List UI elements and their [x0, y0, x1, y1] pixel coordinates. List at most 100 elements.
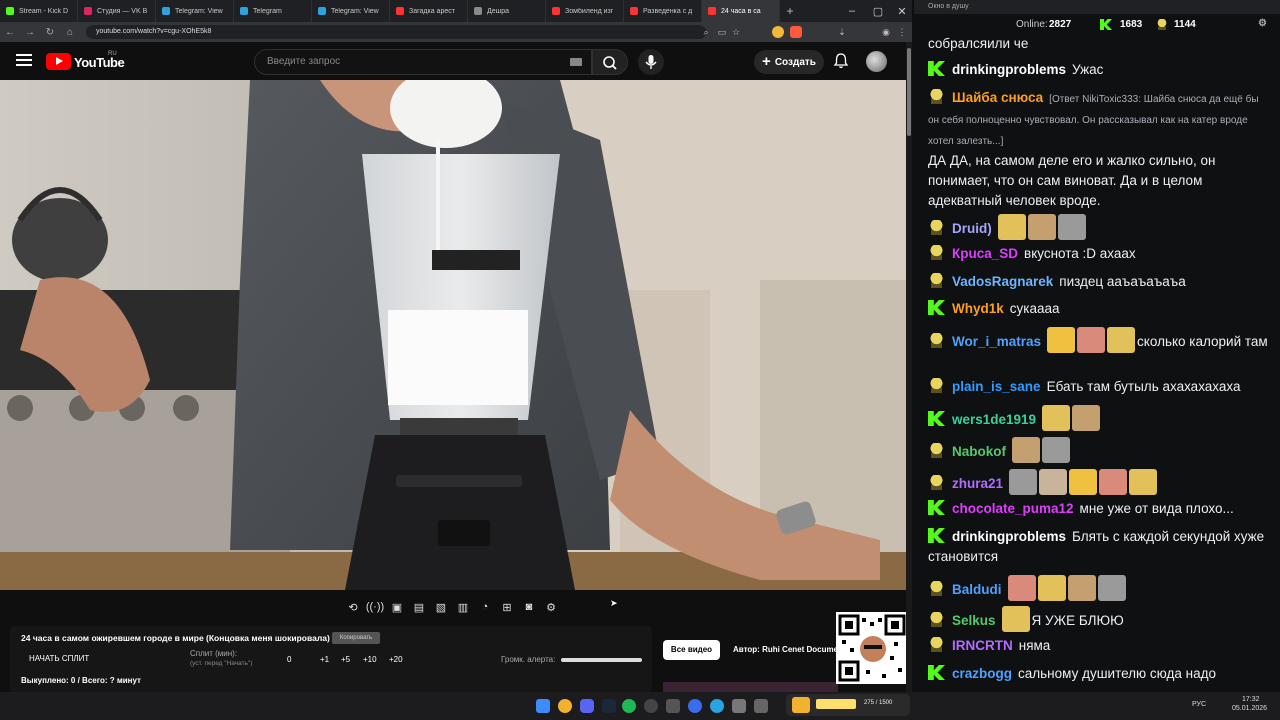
- maximize-icon[interactable]: ▢: [866, 0, 890, 22]
- split-value[interactable]: 0: [287, 655, 291, 664]
- platform-badge-icon: [928, 475, 945, 490]
- browser-tab[interactable]: 24 часа в са: [702, 0, 780, 22]
- loop-icon[interactable]: ⟲: [342, 598, 364, 616]
- extension-icon[interactable]: [772, 26, 784, 38]
- chat-username[interactable]: Шайба снюса: [952, 90, 1043, 105]
- browser-tab[interactable]: Разведенка с д: [624, 0, 702, 22]
- voice-search-button[interactable]: [638, 49, 664, 75]
- search-button[interactable]: [592, 49, 628, 75]
- page-scrollbar-thumb[interactable]: [907, 48, 911, 136]
- game-widget[interactable]: 275 / 1500: [786, 694, 910, 716]
- media-player-icon[interactable]: [688, 699, 702, 713]
- browser-tab[interactable]: Telegram: View: [312, 0, 390, 22]
- minimize-icon[interactable]: –: [840, 0, 864, 22]
- add-1-button[interactable]: +1: [320, 655, 329, 664]
- chrome-icon[interactable]: [558, 699, 572, 713]
- all-videos-button[interactable]: Все видео: [663, 640, 720, 660]
- clapper-icon[interactable]: ▤: [408, 598, 430, 616]
- browser-tab[interactable]: Telegram: View: [156, 0, 234, 22]
- chat-username[interactable]: Nabokof: [952, 444, 1006, 459]
- speed-gauge-icon[interactable]: ◔: [474, 598, 496, 616]
- chat-emote-icon: [1009, 469, 1038, 495]
- picture-in-picture-icon[interactable]: ▣: [386, 598, 408, 616]
- chat-username[interactable]: Крuca_SD: [952, 246, 1018, 261]
- browser-tab[interactable]: Telegram: [234, 0, 312, 22]
- add-20-button[interactable]: +20: [389, 655, 403, 664]
- gear-icon[interactable]: ⚙: [540, 598, 562, 616]
- app-icon[interactable]: [732, 699, 746, 713]
- menu-dots-icon[interactable]: ⋮: [896, 26, 908, 38]
- clock-date[interactable]: 05.01.2026: [1232, 705, 1267, 712]
- language-indicator[interactable]: РУС: [1192, 701, 1206, 708]
- address-bar[interactable]: youtube.com/watch?v=cgu-XOhE5k8: [86, 25, 706, 39]
- browser-tab[interactable]: Stream - Kick D: [0, 0, 78, 22]
- download-icon[interactable]: ⇣: [836, 26, 848, 38]
- chat-username[interactable]: drinkingproblems: [952, 62, 1066, 77]
- browser-tab[interactable]: Загадка арест: [390, 0, 468, 22]
- chat-emote-icon: [1007, 575, 1036, 601]
- telegram-icon[interactable]: [710, 699, 724, 713]
- create-button[interactable]: + Создать: [754, 50, 824, 74]
- profile-icon[interactable]: ◉: [880, 26, 892, 38]
- close-window-icon[interactable]: ✕: [890, 0, 914, 22]
- reload-icon[interactable]: ↻: [40, 27, 60, 38]
- app-icon[interactable]: [754, 699, 768, 713]
- chat-username[interactable]: Druid): [952, 221, 992, 236]
- search-input[interactable]: Введите запрос: [254, 49, 592, 75]
- new-tab-button[interactable]: +: [780, 4, 800, 18]
- keyboard-icon[interactable]: [570, 58, 582, 66]
- youtube-wordmark[interactable]: YouTube: [74, 55, 125, 70]
- cast-icon[interactable]: ▭: [716, 26, 728, 38]
- user-avatar[interactable]: [866, 51, 887, 72]
- chat-username[interactable]: Whyd1k: [952, 301, 1004, 316]
- film-strip-icon[interactable]: ▥: [452, 598, 474, 616]
- camera-icon[interactable]: ◙: [518, 598, 540, 616]
- notifications-bell-icon[interactable]: [832, 52, 850, 70]
- tab-label: Telegram: [253, 7, 282, 15]
- spotify-icon[interactable]: [622, 699, 636, 713]
- chat-username[interactable]: wers1de1919: [952, 412, 1036, 427]
- chat-username[interactable]: Baldudi: [952, 582, 1002, 597]
- browser-tab[interactable]: Дешра: [468, 0, 546, 22]
- bookmark-star-icon[interactable]: ☆: [730, 26, 742, 38]
- chat-username[interactable]: plain_is_sane: [952, 379, 1041, 394]
- start-windows-icon[interactable]: [536, 699, 550, 713]
- broadcast-icon[interactable]: ((·)): [364, 598, 386, 616]
- author-link[interactable]: Автор: Ruhi Cenet Documentaries: [733, 645, 837, 654]
- add-10-button[interactable]: +10: [363, 655, 377, 664]
- home-icon[interactable]: ⌂: [60, 27, 80, 38]
- start-split-button[interactable]: НАЧАТЬ СПЛИТ: [29, 654, 89, 663]
- add-5-button[interactable]: +5: [341, 655, 350, 664]
- chat-username[interactable]: Selkus: [952, 613, 996, 628]
- alert-volume-slider[interactable]: [561, 658, 642, 662]
- chat-username[interactable]: VadosRagnarek: [952, 274, 1053, 289]
- page-scrollbar[interactable]: [906, 42, 912, 692]
- app-icon[interactable]: [666, 699, 680, 713]
- search-icon[interactable]: ⌕: [700, 26, 712, 38]
- chat-username[interactable]: IRNCRTN: [952, 638, 1013, 653]
- discord-icon[interactable]: [580, 699, 594, 713]
- extension-icon[interactable]: [790, 26, 802, 38]
- platform-badge-icon: [928, 378, 945, 393]
- browser-tab[interactable]: Зомбиленд изг: [546, 0, 624, 22]
- video-player[interactable]: [0, 80, 906, 590]
- chat-username[interactable]: crazbogg: [952, 666, 1012, 681]
- chat-emote-icon: [1099, 469, 1128, 495]
- clock-time[interactable]: 17:32: [1242, 696, 1260, 703]
- chat-settings-icon[interactable]: ⚙: [1258, 18, 1267, 29]
- chat-username[interactable]: Wor_i_matras: [952, 334, 1041, 349]
- copy-title-button[interactable]: Копировать: [332, 632, 380, 644]
- back-icon[interactable]: ←: [0, 27, 20, 38]
- add-frame-icon[interactable]: ⊞: [496, 598, 518, 616]
- mouse-cursor-icon: ➤: [610, 598, 618, 608]
- image-icon[interactable]: ▧: [430, 598, 452, 616]
- youtube-logo-icon[interactable]: [46, 53, 71, 70]
- chat-username[interactable]: chocolate_puma12: [952, 501, 1074, 516]
- chat-username[interactable]: zhura21: [952, 476, 1003, 491]
- obs-icon[interactable]: [644, 699, 658, 713]
- browser-tab[interactable]: Студия — VK В: [78, 0, 156, 22]
- chat-username[interactable]: drinkingproblems: [952, 529, 1066, 544]
- hamburger-menu-icon[interactable]: [16, 54, 32, 66]
- steam-icon[interactable]: [602, 699, 616, 713]
- forward-icon[interactable]: →: [20, 27, 40, 38]
